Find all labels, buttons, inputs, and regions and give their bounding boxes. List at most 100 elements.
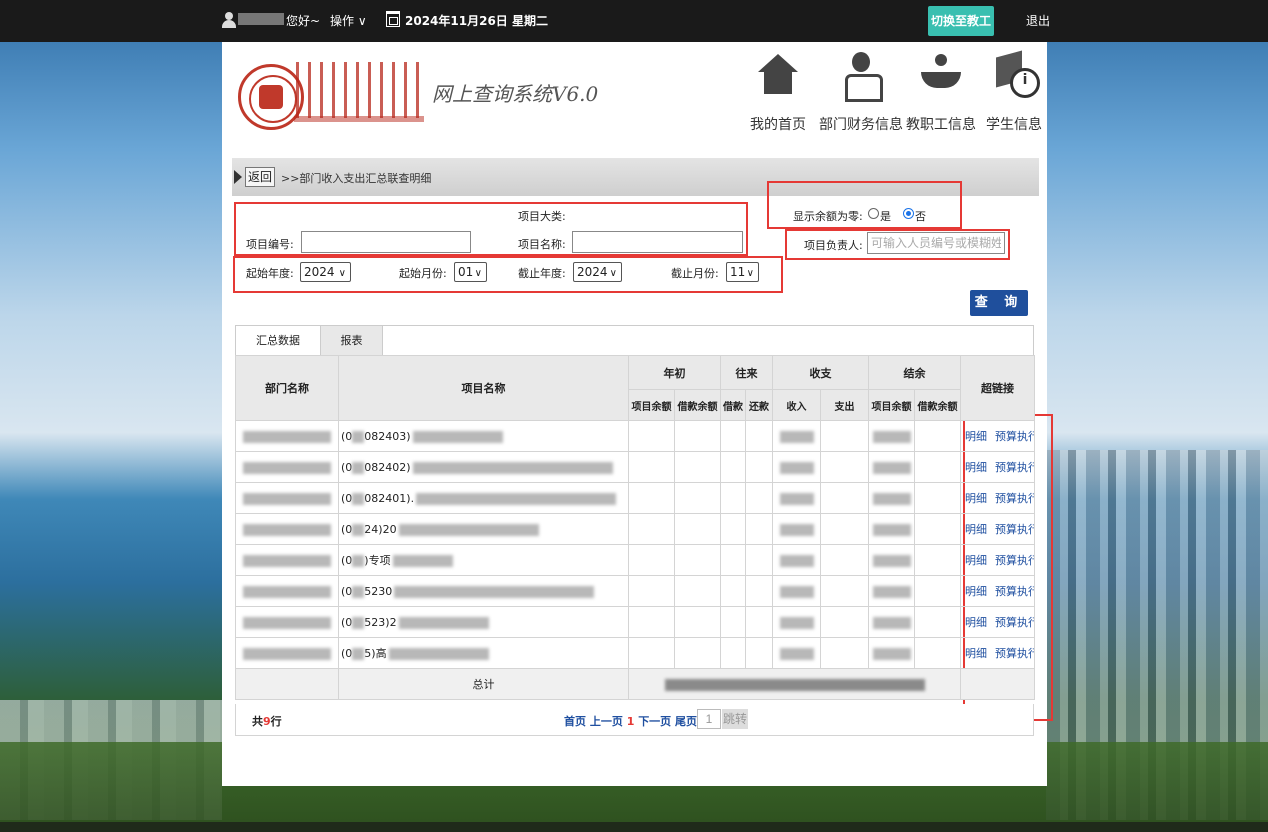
income-cell-redacted <box>772 482 821 514</box>
project-code-rest: 24)20 <box>364 522 397 536</box>
prev-page-link[interactable]: 上一页 <box>590 715 623 728</box>
project-code-prefix: (0 <box>341 647 353 660</box>
back-button[interactable]: 返回 <box>245 167 276 187</box>
total-values-redacted <box>628 668 961 700</box>
detail-link[interactable]: 明细 <box>965 492 987 505</box>
chevron-down-icon: ∨ <box>338 268 346 279</box>
pager-nav: 首页 上一页 1 下一页 尾页 <box>564 713 697 729</box>
first-page-link[interactable]: 首页 <box>564 715 586 728</box>
department-user-icon <box>839 50 883 102</box>
nav-home[interactable]: 我的首页 <box>750 50 806 134</box>
end-month-label: 截止月份: <box>671 267 719 280</box>
dept-cell-redacted <box>235 482 339 514</box>
detail-link[interactable]: 明细 <box>965 554 987 567</box>
row-count-number: 9 <box>263 715 271 728</box>
project-cell: (0 082401). <box>338 482 629 514</box>
logout-link[interactable]: 退出 <box>1026 12 1050 29</box>
project-code-rest: 082401). <box>364 491 415 505</box>
detail-link[interactable]: 明细 <box>965 585 987 598</box>
links-cell: 明细预算执行 <box>960 513 1035 545</box>
links-cell: 明细预算执行 <box>960 637 1035 669</box>
row-count-suffix: 行 <box>270 715 282 728</box>
project-cell: (0 082402) <box>338 451 629 483</box>
tab-bar: 汇总数据 报表 <box>235 325 1034 356</box>
jump-button[interactable]: 跳转 <box>722 709 748 729</box>
header-opening: 年初 <box>628 355 721 390</box>
page-number-input[interactable] <box>697 709 721 729</box>
project-name-input[interactable] <box>572 231 743 253</box>
system-title: 网上查询系统V6.0 <box>432 82 599 106</box>
last-page-link[interactable]: 尾页 <box>675 715 697 728</box>
links-cell: 明细预算执行 <box>960 544 1035 576</box>
next-page-link[interactable]: 下一页 <box>638 715 671 728</box>
end-year-select[interactable]: 2024 ∨ <box>573 262 622 282</box>
background-bottom-bar <box>0 822 1268 832</box>
detail-link[interactable]: 明细 <box>965 647 987 660</box>
start-year-select[interactable]: 2024 ∨ <box>300 262 351 282</box>
detail-link[interactable]: 明细 <box>965 461 987 474</box>
actions-menu[interactable]: 操作 ∨ <box>330 12 367 29</box>
project-name-label: 项目名称: <box>518 238 566 251</box>
project-cell: (0 5230 <box>338 575 629 607</box>
owner-input[interactable] <box>867 232 1005 254</box>
student-info-icon <box>992 50 1040 100</box>
start-month-label: 起始月份: <box>399 267 447 280</box>
table-row: (0 5230 明细预算执行 <box>235 575 1035 607</box>
income-cell-redacted <box>772 544 821 576</box>
budget-execution-link[interactable]: 预算执行 <box>995 430 1034 443</box>
nav-home-label: 我的首页 <box>750 117 806 133</box>
project-code-rest: 5)高 <box>364 647 387 660</box>
nav-department-finance[interactable]: 部门财务信息 <box>819 50 903 134</box>
calendar-icon <box>386 11 400 27</box>
start-month-select[interactable]: 01 ∨ <box>454 262 487 282</box>
links-cell: 明细预算执行 <box>960 606 1035 638</box>
chevron-down-icon: ∨ <box>357 14 367 28</box>
show-zero-label: 显示余额为零: <box>793 210 863 223</box>
project-cell: (0 24)20 <box>338 513 629 545</box>
start-year-label: 起始年度: <box>246 267 294 280</box>
end-year-value: 2024 <box>577 265 608 279</box>
end-month-select[interactable]: 11 ∨ <box>726 262 759 282</box>
income-cell-redacted <box>772 606 821 638</box>
detail-link[interactable]: 明细 <box>965 616 987 629</box>
project-code-prefix: (0 <box>341 584 353 598</box>
start-year-value: 2024 <box>304 265 335 279</box>
budget-execution-link[interactable]: 预算执行 <box>995 647 1034 660</box>
show-zero-yes-radio[interactable] <box>868 208 879 219</box>
tab-summary[interactable]: 汇总数据 <box>236 326 321 356</box>
detail-link[interactable]: 明细 <box>965 430 987 443</box>
budget-execution-link[interactable]: 预算执行 <box>995 616 1034 629</box>
top-bar: 您好~ 操作 ∨ 2024年11月26日 星期二 切换至教工 退出 <box>0 0 1268 42</box>
header-balance-loan: 借款余额 <box>914 389 961 421</box>
total-label: 总计 <box>338 668 629 700</box>
show-zero-no-radio[interactable] <box>903 208 914 219</box>
table-row: (0 082402) 明细预算执行 <box>235 451 1035 483</box>
header-transfer: 往来 <box>720 355 773 390</box>
income-cell-redacted <box>772 637 821 669</box>
project-code-prefix: (0 <box>341 615 353 629</box>
budget-execution-link[interactable]: 预算执行 <box>995 461 1034 474</box>
university-english-logo <box>294 116 424 122</box>
date-text: 2024年11月26日 星期二 <box>405 14 548 28</box>
budget-execution-link[interactable]: 预算执行 <box>995 554 1034 567</box>
project-no-input[interactable] <box>301 231 471 253</box>
nav-staff-info[interactable]: 教职工信息 <box>906 50 976 134</box>
tab-report[interactable]: 报表 <box>321 326 383 356</box>
project-code-prefix: (0 <box>341 554 353 567</box>
income-cell-redacted <box>772 575 821 607</box>
balance-cell-redacted <box>868 544 915 576</box>
actions-label: 操作 <box>330 14 355 28</box>
budget-execution-link[interactable]: 预算执行 <box>995 492 1034 505</box>
header-dept: 部门名称 <box>235 355 339 421</box>
username-redacted <box>238 13 284 25</box>
detail-link[interactable]: 明细 <box>965 523 987 536</box>
project-code-prefix: (0 <box>341 522 353 536</box>
university-name-logo <box>296 62 420 118</box>
header-transfer-loan: 借款 <box>720 389 746 421</box>
switch-to-staff-button[interactable]: 切换至教工 <box>928 6 994 36</box>
query-button[interactable]: 查 询 <box>970 290 1028 316</box>
budget-execution-link[interactable]: 预算执行 <box>995 523 1034 536</box>
project-code-rest: 523)2 <box>364 615 397 629</box>
budget-execution-link[interactable]: 预算执行 <box>995 585 1034 598</box>
nav-student-info[interactable]: 学生信息 <box>986 50 1042 134</box>
